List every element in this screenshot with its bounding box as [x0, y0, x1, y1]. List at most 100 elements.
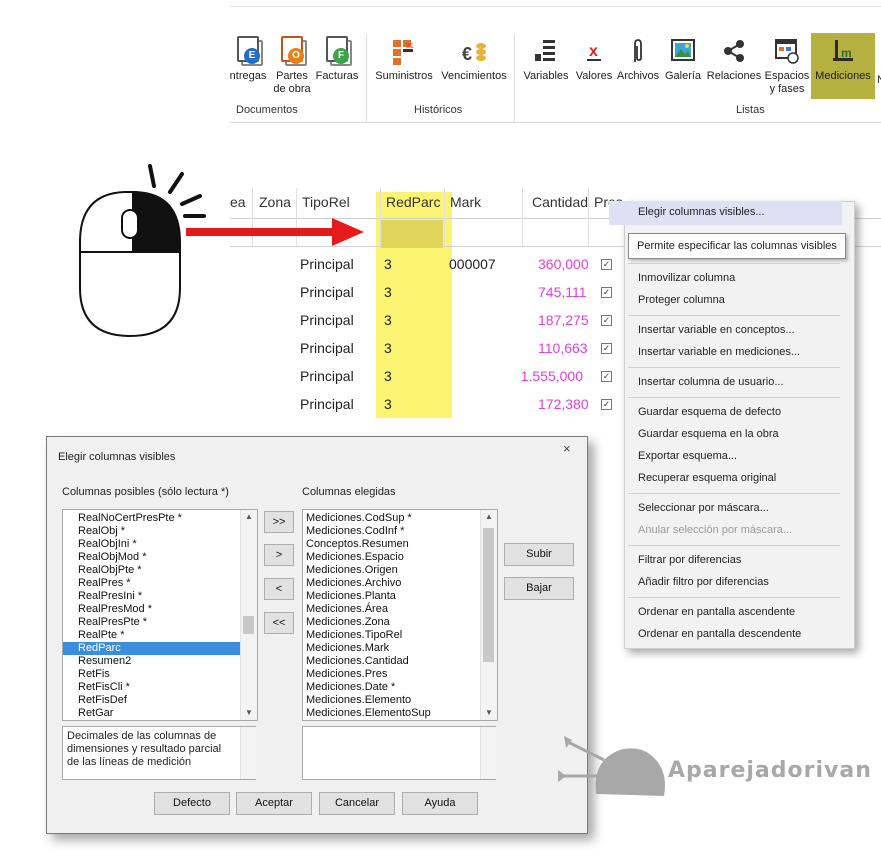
- relaciones-button[interactable]: Relaciones: [706, 36, 762, 83]
- column-divider[interactable]: [380, 188, 381, 246]
- redparc-filter-cell[interactable]: [381, 220, 443, 248]
- column-divider[interactable]: [588, 188, 589, 246]
- bajar-button[interactable]: Bajar: [504, 577, 574, 600]
- menu-item-guardar-defecto[interactable]: Guardar esquema de defecto: [638, 406, 781, 418]
- menu-item-elegir-columnas[interactable]: Elegir columnas visibles...: [638, 206, 765, 218]
- list-item[interactable]: RetFisCli *: [63, 681, 257, 694]
- pres-checkbox[interactable]: ✓: [601, 259, 612, 270]
- menu-item-ordenar-asc[interactable]: Ordenar en pantalla ascendente: [638, 606, 795, 618]
- menu-item-insertar-var-mediciones[interactable]: Insertar variable en mediciones...: [638, 346, 800, 358]
- list-item[interactable]: Mediciones.Archivo: [303, 577, 497, 590]
- list-item[interactable]: RealObjPte *: [63, 564, 257, 577]
- list-item[interactable]: RealPresPte *: [63, 616, 257, 629]
- right-list-scrollbar[interactable]: ▲ ▼: [480, 510, 497, 720]
- menu-item-insertar-var-conceptos[interactable]: Insertar variable en conceptos...: [638, 324, 795, 336]
- pres-checkbox[interactable]: ✓: [601, 315, 612, 326]
- list-item[interactable]: RealPresIni *: [63, 590, 257, 603]
- remove-button[interactable]: <: [264, 578, 294, 600]
- list-item[interactable]: RealPte *: [63, 629, 257, 642]
- pres-checkbox[interactable]: ✓: [601, 371, 612, 382]
- list-item[interactable]: Mediciones.Planta: [303, 590, 497, 603]
- left-list-scrollbar[interactable]: ▲ ▼: [240, 510, 257, 720]
- menu-item-filtrar-diferencias[interactable]: Filtrar por diferencias: [638, 554, 741, 566]
- suministros-button[interactable]: 31 Suministros: [372, 36, 436, 83]
- list-item[interactable]: Mediciones.CodInf *: [303, 525, 497, 538]
- defecto-button[interactable]: Defecto: [154, 792, 230, 815]
- list-item[interactable]: Mediciones.Date *: [303, 681, 497, 694]
- scroll-thumb[interactable]: [243, 616, 254, 634]
- menu-item-guardar-obra[interactable]: Guardar esquema en la obra: [638, 428, 779, 440]
- list-item[interactable]: Mediciones.Mark: [303, 642, 497, 655]
- right-description-scrollbar[interactable]: [480, 727, 496, 779]
- aceptar-button[interactable]: Aceptar: [236, 792, 312, 815]
- list-item[interactable]: Mediciones.Área: [303, 603, 497, 616]
- archivos-button[interactable]: Archivos: [616, 36, 660, 83]
- list-item[interactable]: RealNoCertPresPte *: [63, 512, 257, 525]
- list-item[interactable]: RealPresMod *: [63, 603, 257, 616]
- ribbon-separator: [514, 34, 515, 122]
- columnas-posibles-list[interactable]: RealNoCertPresPte * RealObj * RealObjIni *…: [62, 509, 258, 721]
- scroll-down-icon[interactable]: ▼: [241, 706, 257, 720]
- mediciones-button[interactable]: m Mediciones: [812, 36, 874, 83]
- list-item[interactable]: RealObjIni *: [63, 538, 257, 551]
- vencimientos-icon: €: [461, 36, 487, 66]
- facturas-button[interactable]: F Facturas: [314, 36, 360, 83]
- add-button[interactable]: >: [264, 544, 294, 566]
- cell-redparc: 3: [384, 396, 392, 412]
- list-item[interactable]: Conceptos.Resumen: [303, 538, 497, 551]
- description-scrollbar[interactable]: [240, 727, 256, 779]
- vencimientos-button[interactable]: € Vencimientos: [438, 36, 510, 83]
- list-item[interactable]: RetGar: [63, 707, 257, 720]
- ribbon-separator: [366, 34, 367, 122]
- menu-item-proteger[interactable]: Proteger columna: [638, 294, 725, 306]
- column-header-redparc[interactable]: RedParc: [386, 194, 440, 210]
- list-item[interactable]: RetFis: [63, 668, 257, 681]
- menu-item-seleccionar-mascara[interactable]: Seleccionar por máscara...: [638, 502, 769, 514]
- column-header-cantidad[interactable]: Cantidad: [532, 194, 588, 210]
- partes-de-obra-button[interactable]: O Partes de obra: [272, 36, 312, 96]
- menu-item-inmovilizar[interactable]: Inmovilizar columna: [638, 272, 735, 284]
- menu-item-exportar[interactable]: Exportar esquema...: [638, 450, 737, 462]
- scroll-up-icon[interactable]: ▲: [241, 510, 257, 524]
- menu-item-recuperar[interactable]: Recuperar esquema original: [638, 472, 776, 484]
- list-item[interactable]: RealPres *: [63, 577, 257, 590]
- cancelar-button[interactable]: Cancelar: [319, 792, 395, 815]
- menu-item-ordenar-desc[interactable]: Ordenar en pantalla descendente: [638, 628, 801, 640]
- subir-button[interactable]: Subir: [504, 543, 574, 566]
- entregas-button[interactable]: E ntregas: [226, 36, 270, 83]
- columnas-elegidas-list[interactable]: Mediciones.CodSup * Mediciones.CodInf * Co…: [302, 509, 498, 721]
- list-item[interactable]: Resumen2: [63, 655, 257, 668]
- list-item[interactable]: Mediciones.Origen: [303, 564, 497, 577]
- add-all-button[interactable]: >>: [264, 511, 294, 533]
- list-item[interactable]: Mediciones.Espacio: [303, 551, 497, 564]
- list-item[interactable]: RetFisDef: [63, 694, 257, 707]
- menu-item-insertar-columna-usuario[interactable]: Insertar columna de usuario...: [638, 376, 784, 388]
- list-item[interactable]: RealObj *: [63, 525, 257, 538]
- list-item[interactable]: Mediciones.Cantidad: [303, 655, 497, 668]
- list-item[interactable]: Mediciones.TipoRel: [303, 629, 497, 642]
- close-icon[interactable]: ×: [563, 441, 571, 456]
- scroll-thumb[interactable]: [483, 528, 494, 662]
- pres-checkbox[interactable]: ✓: [601, 287, 612, 298]
- list-item[interactable]: RealObjMod *: [63, 551, 257, 564]
- variables-button[interactable]: Variables: [522, 36, 570, 83]
- list-item[interactable]: Mediciones.Zona: [303, 616, 497, 629]
- list-item[interactable]: Mediciones.Elemento: [303, 694, 497, 707]
- menu-item-anadir-filtro[interactable]: Añadir filtro por diferencias: [638, 576, 769, 588]
- column-header-mark[interactable]: Mark: [450, 194, 481, 210]
- ayuda-button[interactable]: Ayuda: [402, 792, 478, 815]
- pres-checkbox[interactable]: ✓: [601, 343, 612, 354]
- valores-button[interactable]: x Valores: [574, 36, 614, 83]
- pres-checkbox[interactable]: ✓: [601, 399, 612, 410]
- scroll-up-icon[interactable]: ▲: [481, 510, 497, 524]
- galeria-button[interactable]: Galería: [662, 36, 704, 83]
- remove-all-button[interactable]: <<: [264, 612, 294, 634]
- list-item[interactable]: Mediciones.ElementoSup: [303, 707, 497, 720]
- list-item[interactable]: Mediciones.CodSup *: [303, 512, 497, 525]
- list-item[interactable]: RedParc: [63, 642, 257, 655]
- scroll-down-icon[interactable]: ▼: [481, 706, 497, 720]
- column-divider[interactable]: [444, 188, 445, 246]
- espacios-y-fases-button[interactable]: Espacios y fases: [764, 36, 810, 96]
- column-divider[interactable]: [522, 188, 523, 246]
- list-item[interactable]: Mediciones.Pres: [303, 668, 497, 681]
